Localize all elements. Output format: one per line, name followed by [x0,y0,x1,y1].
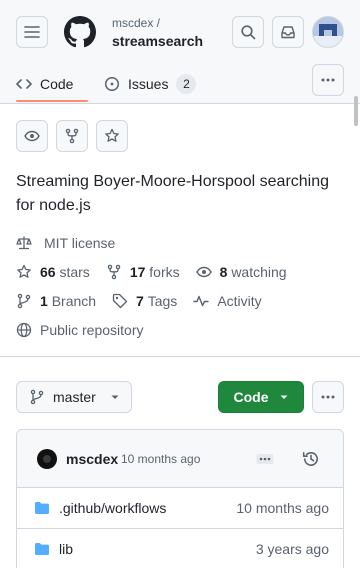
file-date: 10 months ago [236,500,329,516]
branch-select-button[interactable]: master [16,381,132,413]
license-link[interactable]: MIT license [16,233,131,253]
branch-name: master [53,389,96,405]
tab-code[interactable]: Code [16,64,88,104]
user-avatar[interactable] [312,16,344,48]
caret-down-icon [111,395,119,399]
inbox-button[interactable] [272,16,304,48]
forks-label: forks [149,264,180,280]
more-tabs-button[interactable] [312,64,344,96]
globe-icon [16,322,32,338]
activity-label: Activity [217,293,262,309]
selected-tab-indicator [16,100,88,102]
branch-icon [17,293,31,309]
eye-icon [195,266,212,278]
forks-count: 17 [129,264,146,280]
repo-owner-link[interactable]: mscdex / [112,16,160,30]
hamburger-icon [24,26,40,38]
watchers-link[interactable]: 8 watching [195,264,287,280]
star-icon [105,128,119,142]
fork-icon [65,128,79,144]
branch-count: 1 [40,293,48,309]
stars-count: 66 [40,264,56,280]
repo-refs-row: 1 Branch 7 Tags Activity [16,291,278,311]
tags-label: Tags [147,293,178,309]
caret-down-icon [280,395,287,399]
kebab-horizontal-icon [321,78,335,82]
tags-link[interactable]: 7 Tags [112,293,177,309]
kebab-horizontal-icon [321,395,335,399]
more-actions-button[interactable] [312,381,344,413]
section-divider [0,356,360,357]
file-name[interactable]: lib [59,541,73,557]
branch-icon [30,389,44,405]
stars-label: stars [59,264,90,280]
history-icon [302,452,318,466]
repo-description: Streaming Boyer-Moore-Horspool searching… [16,173,330,214]
tab-issues-label: Issues [128,76,169,92]
repo-stats-row: 66 stars 17 forks 8 watching [16,262,303,282]
page-scrollbar[interactable] [354,96,358,126]
eye-icon [24,130,40,142]
file-row[interactable]: .github/workflows 10 months ago [17,488,343,529]
visibility-row: Public repository [16,320,160,340]
commit-history-button[interactable] [301,449,321,469]
ellipsis-icon [256,454,274,464]
file-row[interactable]: lib 3 years ago [17,529,343,568]
tag-icon [112,293,128,309]
repo-name-link[interactable]: streamsearch [112,33,203,49]
file-browser: mscdex 10 months ago .github/workflows 1… [16,429,344,568]
branches-link[interactable]: 1 Branch [16,293,96,309]
file-name[interactable]: .github/workflows [59,500,166,516]
star-icon [17,264,31,278]
search-button[interactable] [232,16,264,48]
folder-icon [35,543,49,555]
law-icon [16,236,32,250]
commit-author-link[interactable]: mscdex [66,451,118,467]
branch-label: Branch [51,293,97,309]
issues-count-badge: 2 [176,74,197,94]
commit-time: 10 months ago [121,452,201,466]
fork-button[interactable] [56,120,88,152]
watching-count: 8 [219,264,228,280]
code-dropdown-button[interactable]: Code [218,381,304,413]
code-button-label: Code [233,389,269,405]
issue-icon [104,76,120,92]
forks-link[interactable]: 17 forks [106,264,180,280]
search-icon [241,25,256,40]
commit-message-toggle[interactable] [255,450,275,468]
inbox-icon [281,26,295,39]
file-date: 3 years ago [255,541,329,557]
stars-link[interactable]: 66 stars [16,264,90,280]
tags-count: 7 [136,293,144,309]
license-label: MIT license [44,235,116,251]
pulse-icon [193,295,210,307]
activity-link[interactable]: Activity [193,293,262,309]
repo-header: mscdex / streamsearch Code Issues 2 [0,0,360,104]
code-icon [16,79,32,89]
tab-code-label: Code [40,76,74,92]
watching-label: watching [231,264,287,280]
menu-button[interactable] [16,16,48,48]
watch-button[interactable] [16,120,48,152]
folder-icon [35,502,49,514]
visibility-label: Public repository [40,322,144,338]
star-button[interactable] [96,120,128,152]
commit-author-avatar[interactable] [37,449,57,469]
tab-issues[interactable]: Issues 2 [104,64,197,104]
github-logo[interactable] [64,16,96,48]
fork-icon [107,264,121,280]
latest-commit-bar: mscdex 10 months ago [17,430,343,488]
